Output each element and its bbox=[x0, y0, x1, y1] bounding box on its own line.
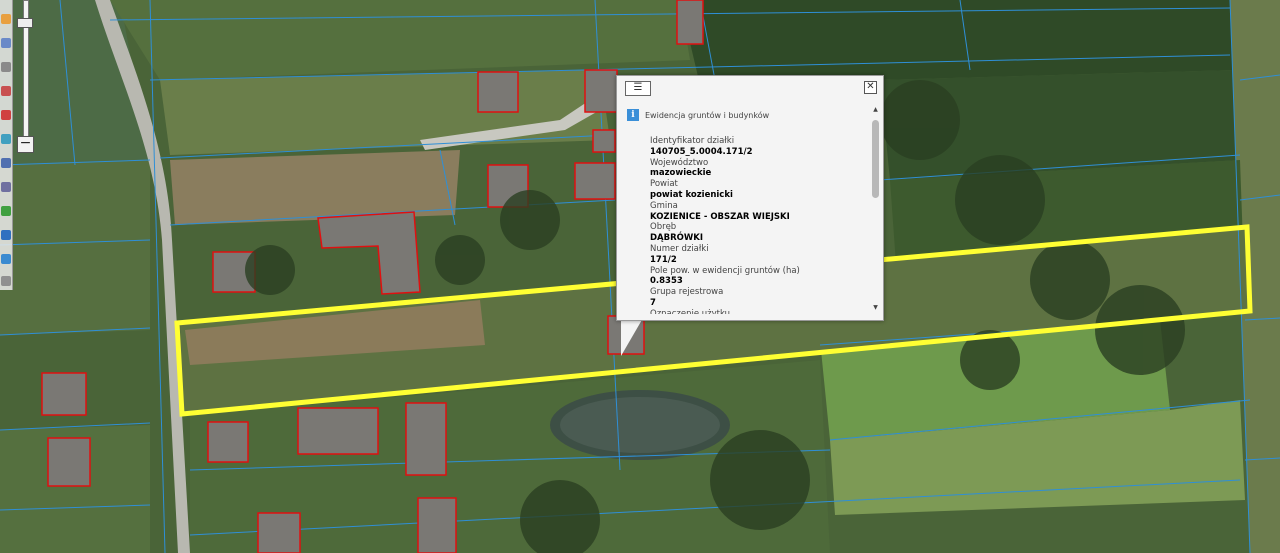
attribute-label: Obręb bbox=[650, 222, 677, 233]
tool-icon[interactable] bbox=[1, 254, 11, 264]
popup-menu-button[interactable]: ☰ bbox=[625, 81, 651, 96]
attribute-label: Numer działki bbox=[650, 243, 709, 254]
scrollbar-thumb[interactable] bbox=[872, 120, 879, 198]
attribute-value: 0.8353 bbox=[650, 276, 683, 287]
attribute-label: Gmina bbox=[650, 200, 678, 211]
tool-icon[interactable] bbox=[1, 62, 11, 72]
map-toolbar bbox=[0, 0, 13, 290]
attribute-label: Województwo bbox=[650, 157, 709, 168]
popup-close-button[interactable]: ✕ bbox=[864, 81, 877, 94]
tool-icon[interactable] bbox=[1, 86, 11, 96]
popup-section-header: i Ewidencja gruntów i budynków bbox=[627, 109, 769, 121]
tool-icon[interactable] bbox=[1, 38, 11, 48]
field bbox=[0, 160, 150, 335]
tool-icon[interactable] bbox=[1, 14, 11, 24]
zoom-out-button[interactable]: − bbox=[17, 136, 34, 153]
attribute-label: Powiat bbox=[650, 179, 678, 190]
tool-icon[interactable] bbox=[1, 110, 11, 120]
attribute-list[interactable]: Identyfikator działki 140705_5.0004.171/2… bbox=[650, 136, 872, 314]
tool-icon[interactable] bbox=[1, 230, 11, 240]
list-icon: ☰ bbox=[633, 82, 643, 93]
section-title: Ewidencja gruntów i budynków bbox=[645, 110, 770, 120]
attribute-value: 7 bbox=[650, 297, 656, 308]
attribute-value: 171/2 bbox=[650, 254, 677, 265]
attribute-value: mazowieckie bbox=[650, 168, 712, 179]
close-icon: ✕ bbox=[866, 81, 875, 92]
attribute-value: KOZIENICE - OBSZAR WIEJSKI bbox=[650, 211, 790, 222]
feature-info-popup: ☰ ✕ i Ewidencja gruntów i budynków Ident… bbox=[616, 75, 884, 321]
attribute-label: Oznaczenie użytku bbox=[650, 308, 731, 314]
tool-icon[interactable] bbox=[1, 206, 11, 216]
popup-pointer bbox=[621, 318, 643, 356]
tool-icon[interactable] bbox=[1, 182, 11, 192]
tool-icon[interactable] bbox=[1, 276, 11, 286]
field bbox=[160, 70, 610, 155]
scroll-up-icon[interactable]: ▲ bbox=[871, 106, 880, 114]
attribute-value: powiat kozienicki bbox=[650, 189, 733, 200]
field bbox=[170, 150, 460, 225]
attribute-label: Grupa rejestrowa bbox=[650, 287, 724, 298]
popup-scrollbar[interactable]: ▲ ▼ bbox=[871, 106, 880, 312]
attribute-label: Identyfikator działki bbox=[650, 136, 735, 146]
tool-icon[interactable] bbox=[1, 158, 11, 168]
scroll-down-icon[interactable]: ▼ bbox=[871, 304, 880, 312]
minus-icon: − bbox=[19, 135, 32, 151]
zoom-slider-handle[interactable] bbox=[17, 18, 33, 28]
tool-icon[interactable] bbox=[1, 134, 11, 144]
attribute-value: DĄBRÓWKI bbox=[650, 233, 704, 244]
attribute-value: 140705_5.0004.171/2 bbox=[650, 146, 753, 157]
pond-water bbox=[560, 397, 720, 453]
attribute-label: Pole pow. w ewidencji gruntów (ha) bbox=[650, 265, 800, 276]
info-icon: i bbox=[627, 109, 639, 121]
